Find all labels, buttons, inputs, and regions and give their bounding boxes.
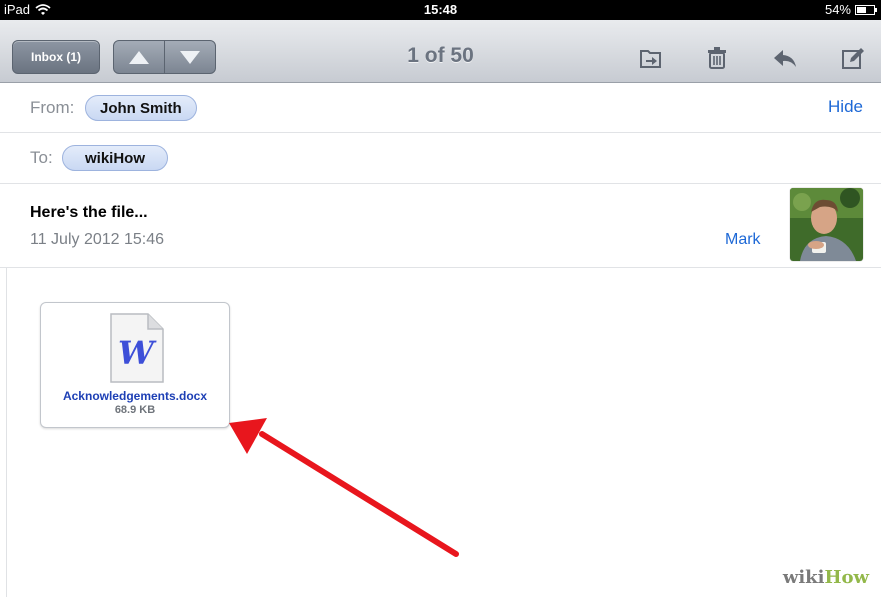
watermark-wiki: wiki — [782, 567, 825, 588]
wikihow-watermark: wikiHow — [783, 567, 869, 588]
watermark-how: How — [824, 567, 869, 588]
annotation-arrow — [229, 418, 459, 557]
